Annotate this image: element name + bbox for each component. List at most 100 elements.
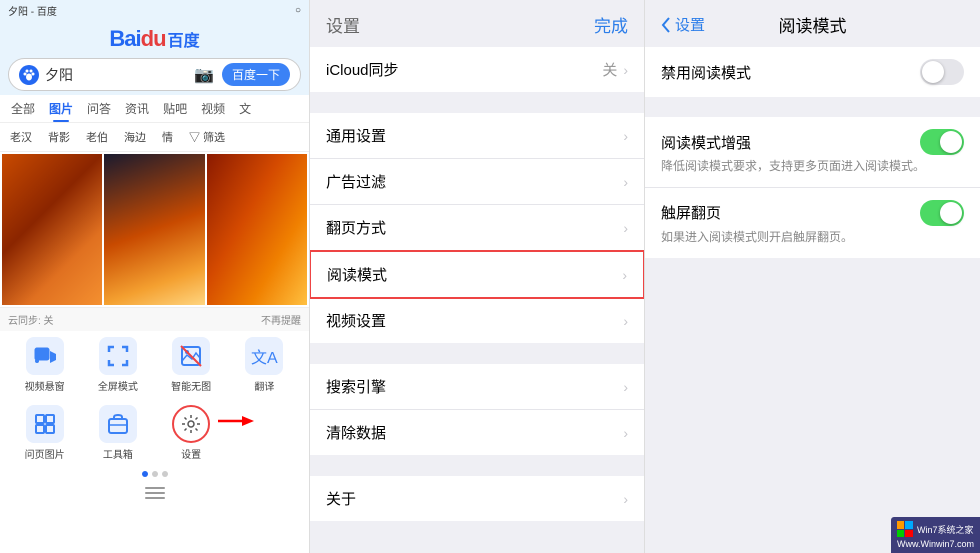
right-header: 设置 阅读模式 xyxy=(645,0,980,47)
done-button[interactable]: 完成 xyxy=(594,12,628,37)
search-button[interactable]: 百度一下 xyxy=(222,63,290,86)
filter-laohao[interactable]: 老汉 xyxy=(6,127,36,147)
group-separator-1 xyxy=(310,93,644,113)
icon-toolbox[interactable]: 工具箱 xyxy=(83,405,152,461)
search-bar: 夕阳 📷 百度一下 xyxy=(8,58,301,91)
right-group-enhanced: 阅读模式增强 降低阅读模式要求，支持更多页面进入阅读模式。 触屏翻页 如果进入阅… xyxy=(645,117,980,258)
paw-icon xyxy=(23,69,35,81)
settings-pagestyle-label: 翻页方式 xyxy=(326,217,386,238)
image-cell-3[interactable] xyxy=(207,154,307,305)
page-title: 夕阳 - 百度 xyxy=(8,3,57,18)
icon-fullscreen[interactable]: 全屏模式 xyxy=(83,337,152,393)
right-panel-content: 禁用阅读模式 阅读模式增强 降低阅读模式要求，支持更多页面进入阅读模式。 触屏翻… xyxy=(645,47,980,553)
settings-about-label: 关于 xyxy=(326,488,356,509)
dot-1 xyxy=(142,471,148,477)
hamburger-menu[interactable] xyxy=(145,487,165,499)
settings-video[interactable]: 视频设置 › xyxy=(310,298,644,343)
middle-panel: 设置 完成 iCloud同步 关 › 通用设置 › 广告过滤 › xyxy=(310,0,645,553)
settings-readmode[interactable]: 阅读模式 › xyxy=(310,250,644,299)
filter-haibian[interactable]: 海边 xyxy=(120,127,150,147)
settings-group-2: 通用设置 › 广告过滤 › 翻页方式 › 阅读模式 › 视频设置 › xyxy=(310,113,644,343)
icons-row-2: 问页图片 工具箱 xyxy=(0,399,309,467)
back-button[interactable]: 设置 xyxy=(661,14,705,35)
icon-translate[interactable]: 文A 翻译 xyxy=(230,337,299,393)
status-bar: 夕阳 - 百度 ○ xyxy=(0,0,309,20)
settings-cleardata-label: 清除数据 xyxy=(326,422,386,443)
settings-group-1: iCloud同步 关 › xyxy=(310,47,644,92)
tab-news[interactable]: 资讯 xyxy=(118,95,156,122)
right-item-enhanced: 阅读模式增强 降低阅读模式要求，支持更多页面进入阅读模式。 xyxy=(645,117,980,188)
middle-header: 设置 完成 xyxy=(310,0,644,47)
icon-label-settings: 设置 xyxy=(181,446,201,461)
icon-video-float[interactable]: 视频悬窗 xyxy=(10,337,79,393)
baidu-logo: Baidu 百度 xyxy=(109,26,199,52)
icon-no-image[interactable]: 智能无图 xyxy=(157,337,226,393)
settings-icloud-label: iCloud同步 xyxy=(326,59,399,80)
tab-images[interactable]: 图片 xyxy=(42,95,80,122)
filter-laobo[interactable]: 老伯 xyxy=(82,127,112,147)
filter-shaixuan[interactable]: ▽ 筛选 xyxy=(185,127,229,147)
settings-adblock-label: 广告过滤 xyxy=(326,171,386,192)
touch-scroll-desc: 如果进入阅读模式则开启触屏翻页。 xyxy=(661,229,853,246)
settings-video-label: 视频设置 xyxy=(326,310,386,331)
watermark: Win7系统之家 Www.Winwin7.com xyxy=(891,517,980,553)
tab-tieba[interactable]: 贴吧 xyxy=(156,95,194,122)
tab-more[interactable]: 文 xyxy=(232,95,258,122)
windows-logo-icon xyxy=(897,521,913,537)
right-item-disable-readmode: 禁用阅读模式 xyxy=(645,47,980,97)
icon-settings[interactable]: 设置 xyxy=(157,405,226,461)
chevron-icon-9: › xyxy=(623,491,628,507)
chevron-icon-4: › xyxy=(623,220,628,236)
filter-qing[interactable]: 情 xyxy=(158,127,177,147)
tab-video[interactable]: 视频 xyxy=(194,95,232,122)
tab-qa[interactable]: 问答 xyxy=(80,95,118,122)
icon-label-toolbox: 工具箱 xyxy=(103,446,133,461)
gear-icon xyxy=(172,405,210,443)
settings-general[interactable]: 通用设置 › xyxy=(310,113,644,159)
settings-adblock[interactable]: 广告过滤 › xyxy=(310,159,644,205)
settings-pagestyle[interactable]: 翻页方式 › xyxy=(310,205,644,251)
dots-indicator xyxy=(0,467,309,481)
search-query[interactable]: 夕阳 xyxy=(45,65,194,85)
filter-row: 老汉 背影 老伯 海边 情 ▽ 筛选 xyxy=(0,123,309,152)
chevron-icon-7: › xyxy=(623,379,628,395)
logo-bai: Bai xyxy=(109,26,140,51)
dot-2 xyxy=(152,471,158,477)
tab-all[interactable]: 全部 xyxy=(4,95,42,122)
toggle-enhanced-readmode[interactable] xyxy=(920,129,964,155)
icon-label-page-images: 问页图片 xyxy=(25,446,65,461)
toolbox-icon xyxy=(99,405,137,443)
right-item-touch-scroll: 触屏翻页 如果进入阅读模式则开启触屏翻页。 xyxy=(645,188,980,258)
toggle-touch-scroll[interactable] xyxy=(920,200,964,226)
settings-searchengine[interactable]: 搜索引擎 › xyxy=(310,364,644,410)
icon-empty xyxy=(230,405,299,461)
settings-searchengine-label: 搜索引擎 xyxy=(326,376,386,397)
image-cell-1[interactable] xyxy=(2,154,102,305)
dot-3 xyxy=(162,471,168,477)
image-grid xyxy=(0,152,309,307)
chevron-icon-6: › xyxy=(623,313,628,329)
cloud-no-remind[interactable]: 不再提醒 xyxy=(261,312,301,327)
camera-icon[interactable]: 📷 xyxy=(194,65,214,85)
left-panel: 夕阳 - 百度 ○ Baidu 百度 夕阳 📷 百度一下 xyxy=(0,0,310,553)
cloud-sync-label: 云同步: 关 xyxy=(8,312,54,327)
translate-icon: 文A xyxy=(245,337,283,375)
tabs-row: 全部 图片 问答 资讯 贴吧 视频 文 xyxy=(0,95,309,123)
settings-general-label: 通用设置 xyxy=(326,125,386,146)
settings-about[interactable]: 关于 › xyxy=(310,476,644,521)
settings-cleardata[interactable]: 清除数据 › xyxy=(310,410,644,455)
icon-page-images[interactable]: 问页图片 xyxy=(10,405,79,461)
filter-beiying[interactable]: 背影 xyxy=(44,127,74,147)
watermark-line2: Www.Winwin7.com xyxy=(897,539,974,549)
chevron-icon-1: › xyxy=(623,62,628,78)
settings-title: 设置 xyxy=(326,12,360,37)
chevron-icon-5: › xyxy=(622,267,627,283)
image-cell-2[interactable] xyxy=(104,154,204,305)
page-images-icon xyxy=(26,405,64,443)
empty-icon xyxy=(245,405,283,443)
logo-du: du xyxy=(141,26,166,51)
icon-label-fullscreen: 全屏模式 xyxy=(98,378,138,393)
toggle-disable-readmode[interactable] xyxy=(920,59,964,85)
refresh-icon[interactable]: ○ xyxy=(295,5,301,16)
settings-icloud[interactable]: iCloud同步 关 › xyxy=(310,47,644,92)
